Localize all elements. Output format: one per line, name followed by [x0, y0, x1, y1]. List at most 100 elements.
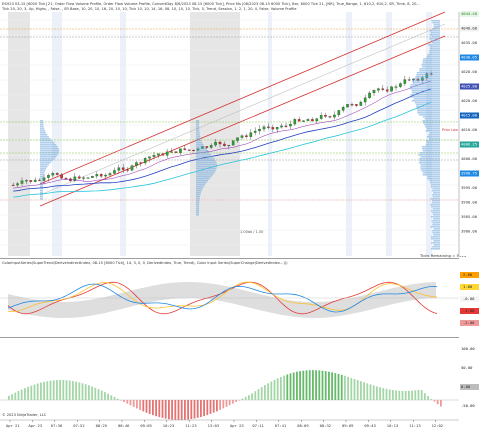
candle-body[interactable]: [29, 180, 33, 182]
candle-body[interactable]: [187, 149, 191, 151]
oscillator-bar: [273, 379, 276, 400]
candle-body[interactable]: [394, 86, 398, 88]
candle-body[interactable]: [372, 90, 376, 94]
candle-body[interactable]: [311, 119, 314, 122]
candle-body[interactable]: [355, 104, 358, 106]
oscillator-bar: [155, 400, 157, 417]
candle-body[interactable]: [315, 118, 319, 122]
candle-body[interactable]: [121, 167, 125, 170]
candle-body[interactable]: [231, 140, 235, 146]
candle-body[interactable]: [403, 79, 407, 84]
candle-body[interactable]: [350, 104, 354, 106]
candle-body[interactable]: [130, 165, 134, 171]
candle-body[interactable]: [346, 104, 349, 108]
candle-body[interactable]: [249, 132, 253, 137]
candle-body[interactable]: [284, 125, 288, 127]
candle-body[interactable]: [328, 116, 332, 118]
candle-body[interactable]: [205, 146, 209, 148]
candle-body[interactable]: [385, 89, 389, 92]
candle-body[interactable]: [275, 127, 279, 130]
candle-body[interactable]: [271, 127, 275, 130]
candle-body[interactable]: [293, 119, 297, 125]
candle-body[interactable]: [390, 86, 393, 92]
candle-body[interactable]: [113, 170, 116, 174]
candle-body[interactable]: [183, 148, 187, 150]
candle-body[interactable]: [324, 115, 327, 117]
candle-body[interactable]: [108, 173, 112, 176]
candle-body[interactable]: [333, 114, 336, 118]
candle-body[interactable]: [64, 178, 68, 180]
candle-body[interactable]: [126, 169, 129, 171]
candle-body[interactable]: [337, 110, 341, 116]
candle-body[interactable]: [209, 145, 213, 148]
candle-body[interactable]: [407, 79, 411, 81]
candle-body[interactable]: [174, 151, 178, 153]
candle-body[interactable]: [152, 155, 156, 157]
candle-body[interactable]: [179, 148, 182, 153]
candle-body[interactable]: [170, 151, 173, 153]
candle-body[interactable]: [11, 184, 15, 186]
candle-body[interactable]: [157, 153, 160, 156]
candle-body[interactable]: [16, 183, 19, 186]
candle-body[interactable]: [302, 120, 305, 122]
candle-body[interactable]: [368, 92, 371, 98]
candle-body[interactable]: [258, 128, 261, 132]
price-panel[interactable]: [0, 11, 459, 256]
candle-body[interactable]: [297, 119, 301, 122]
candle-body[interactable]: [381, 88, 385, 90]
candle-body[interactable]: [267, 126, 270, 128]
candle-body[interactable]: [306, 119, 310, 121]
chart-canvas[interactable]: ESH23 03-15 [6000 Tick] 21, Order Flow V…: [0, 0, 480, 431]
candle-body[interactable]: [91, 175, 94, 178]
indicator2-panel[interactable]: [0, 338, 459, 420]
candle-body[interactable]: [359, 101, 363, 106]
candle-body[interactable]: [341, 106, 345, 111]
time-tick-label: 07:11: [252, 423, 264, 428]
candle-body[interactable]: [77, 176, 81, 179]
volume-profile-bar: [413, 78, 440, 80]
candle-body[interactable]: [55, 173, 59, 175]
candle-body[interactable]: [99, 174, 103, 177]
candle-body[interactable]: [240, 135, 244, 138]
oscillator-bar: [280, 376, 282, 400]
candle-body[interactable]: [33, 179, 37, 182]
candle-body[interactable]: [319, 115, 323, 119]
candle-body[interactable]: [104, 174, 107, 177]
oscillator-bar: [120, 400, 122, 401]
price-axis[interactable]: 4044.40 4040.00 4035.00 4030.05 4028.00 4025.…: [458, 11, 480, 256]
candle-body[interactable]: [82, 177, 85, 179]
candle-body[interactable]: [236, 137, 239, 141]
candle-body[interactable]: [165, 151, 169, 156]
panel-divider-1[interactable]: [0, 258, 459, 259]
volume-profile-bar: [428, 44, 440, 46]
candle-body[interactable]: [51, 173, 55, 176]
candle-body[interactable]: [148, 156, 151, 159]
candle-body[interactable]: [399, 83, 402, 87]
candle-body[interactable]: [262, 126, 266, 130]
candle-body[interactable]: [245, 135, 248, 137]
session-profile-bar: [196, 202, 200, 204]
candle-body[interactable]: [218, 141, 222, 145]
candle-body[interactable]: [227, 145, 231, 147]
candle-body[interactable]: [377, 88, 380, 91]
candle-body[interactable]: [214, 141, 217, 146]
candle-body[interactable]: [25, 180, 28, 182]
candle-body[interactable]: [139, 162, 143, 164]
candle-body[interactable]: [253, 130, 257, 133]
candle-body[interactable]: [60, 174, 63, 179]
candle-body[interactable]: [86, 177, 90, 179]
candle-body[interactable]: [20, 180, 24, 184]
candle-body[interactable]: [192, 149, 195, 151]
panel-divider-2[interactable]: [0, 337, 459, 338]
candle-body[interactable]: [363, 97, 367, 103]
candle-body[interactable]: [289, 123, 292, 127]
candle-body[interactable]: [95, 174, 99, 177]
indicator1-panel[interactable]: [0, 281, 459, 318]
candle-body[interactable]: [47, 175, 50, 178]
candle-body[interactable]: [135, 162, 138, 166]
candle-body[interactable]: [143, 158, 147, 164]
candle-body[interactable]: [117, 167, 121, 171]
candle-body[interactable]: [280, 125, 283, 128]
candle-body[interactable]: [161, 153, 165, 156]
candle-body[interactable]: [223, 143, 226, 146]
